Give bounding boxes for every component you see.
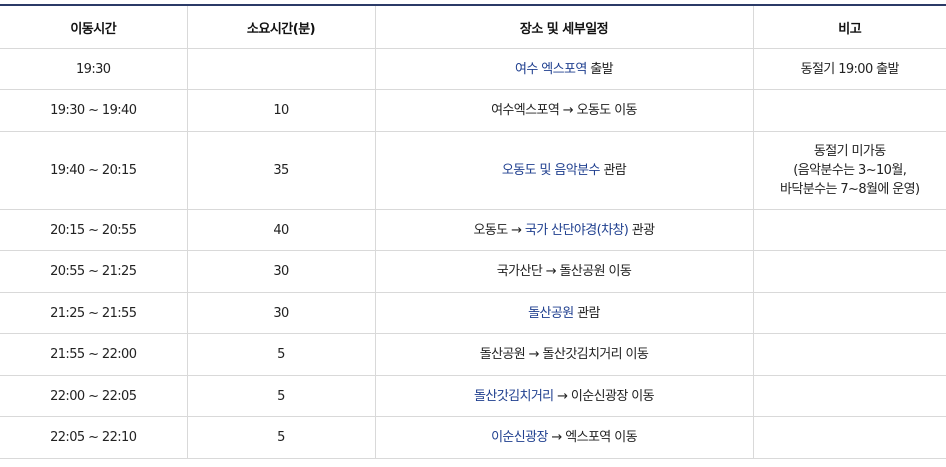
- schedule-table: 이동시간 소요시간(분) 장소 및 세부일정 비고 19:30 여수 엑스포역 출…: [0, 4, 946, 459]
- cell-duration: 5: [187, 417, 375, 459]
- cell-note: 동절기 19:00 출발: [753, 49, 946, 90]
- cell-schedule: 국가산단 → 돌산공원 이동: [375, 251, 753, 293]
- cell-note: [753, 417, 946, 459]
- cell-schedule: 여수엑스포역 → 오동도 이동: [375, 90, 753, 132]
- table-body: 19:30여수 엑스포역 출발동절기 19:00 출발19:30 ~ 19:40…: [0, 49, 946, 459]
- cell-schedule: 여수 엑스포역 출발: [375, 49, 753, 90]
- cell-schedule: 오동도 → 국가 산단야경(차창) 관광: [375, 210, 753, 251]
- cell-travel-time: 20:55 ~ 21:25: [0, 251, 187, 293]
- cell-travel-time: 22:00 ~ 22:05: [0, 376, 187, 417]
- cell-travel-time: 19:40 ~ 20:15: [0, 132, 187, 210]
- table-row: 22:05 ~ 22:105이순신광장 → 엑스포역 이동: [0, 417, 946, 459]
- cell-schedule: 이순신광장 → 엑스포역 이동: [375, 417, 753, 459]
- schedule-place-highlight: 오동도 및 음악분수: [502, 163, 600, 178]
- cell-duration: 40: [187, 210, 375, 251]
- table-row: 20:55 ~ 21:2530 국가산단 → 돌산공원 이동: [0, 251, 946, 293]
- cell-duration: [187, 49, 375, 90]
- header-note: 비고: [753, 5, 946, 49]
- table-row: 21:55 ~ 22:005 돌산공원 → 돌산갓김치거리 이동: [0, 334, 946, 376]
- table-row: 20:15 ~ 20:5540오동도 → 국가 산단야경(차창) 관광: [0, 210, 946, 251]
- cell-duration: 30: [187, 293, 375, 334]
- cell-duration: 10: [187, 90, 375, 132]
- cell-travel-time: 21:25 ~ 21:55: [0, 293, 187, 334]
- cell-note: 동절기 미가동(음악분수는 3~10월,바닥분수는 7~8월에 운영): [753, 132, 946, 210]
- table-row: 19:40 ~ 20:1535오동도 및 음악분수 관람동절기 미가동(음악분수…: [0, 132, 946, 210]
- schedule-place-highlight: 국가 산단야경(차창): [525, 223, 628, 238]
- header-schedule: 장소 및 세부일정: [375, 5, 753, 49]
- cell-duration: 35: [187, 132, 375, 210]
- cell-travel-time: 20:15 ~ 20:55: [0, 210, 187, 251]
- table-row: 22:00 ~ 22:055돌산갓김치거리 → 이순신광장 이동: [0, 376, 946, 417]
- schedule-text: 관람: [600, 163, 626, 178]
- schedule-text: 여수엑스포역 → 오동도 이동: [491, 103, 637, 118]
- cell-travel-time: 21:55 ~ 22:00: [0, 334, 187, 376]
- schedule-place-highlight: 돌산갓김치거리: [474, 389, 554, 404]
- cell-travel-time: 22:05 ~ 22:10: [0, 417, 187, 459]
- schedule-text: → 엑스포역 이동: [548, 430, 637, 445]
- table-row: 19:30여수 엑스포역 출발동절기 19:00 출발: [0, 49, 946, 90]
- schedule-text: 출발: [587, 62, 613, 77]
- cell-note: [753, 376, 946, 417]
- schedule-text: 오동도 →: [473, 223, 524, 238]
- cell-schedule: 오동도 및 음악분수 관람: [375, 132, 753, 210]
- cell-duration: 5: [187, 334, 375, 376]
- cell-schedule: 돌산공원 → 돌산갓김치거리 이동: [375, 334, 753, 376]
- cell-note: [753, 251, 946, 293]
- cell-note: [753, 293, 946, 334]
- table-header-row: 이동시간 소요시간(분) 장소 및 세부일정 비고: [0, 5, 946, 49]
- schedule-text: 관람: [574, 306, 600, 321]
- table-row: 19:30 ~ 19:4010 여수엑스포역 → 오동도 이동: [0, 90, 946, 132]
- header-duration: 소요시간(분): [187, 5, 375, 49]
- table-row: 21:25 ~ 21:5530돌산공원 관람: [0, 293, 946, 334]
- schedule-text: → 이순신광장 이동: [554, 389, 654, 404]
- cell-schedule: 돌산공원 관람: [375, 293, 753, 334]
- schedule-text: 국가산단 → 돌산공원 이동: [497, 264, 632, 279]
- cell-note: [753, 334, 946, 376]
- schedule-text: 돌산공원 → 돌산갓김치거리 이동: [480, 347, 649, 362]
- schedule-text: 관광: [628, 223, 654, 238]
- cell-duration: 5: [187, 376, 375, 417]
- note-line: 바닥분수는 7~8월에 운영): [754, 180, 946, 199]
- cell-duration: 30: [187, 251, 375, 293]
- cell-schedule: 돌산갓김치거리 → 이순신광장 이동: [375, 376, 753, 417]
- schedule-place-highlight: 여수 엑스포역: [515, 62, 587, 77]
- header-travel-time: 이동시간: [0, 5, 187, 49]
- note-line: (음악분수는 3~10월,: [754, 161, 946, 180]
- schedule-place-highlight: 이순신광장: [491, 430, 548, 445]
- cell-note: [753, 90, 946, 132]
- cell-travel-time: 19:30: [0, 49, 187, 90]
- schedule-place-highlight: 돌산공원: [528, 306, 573, 321]
- note-line: 동절기 19:00 출발: [754, 60, 946, 79]
- note-line: 동절기 미가동: [754, 142, 946, 161]
- cell-travel-time: 19:30 ~ 19:40: [0, 90, 187, 132]
- cell-note: [753, 210, 946, 251]
